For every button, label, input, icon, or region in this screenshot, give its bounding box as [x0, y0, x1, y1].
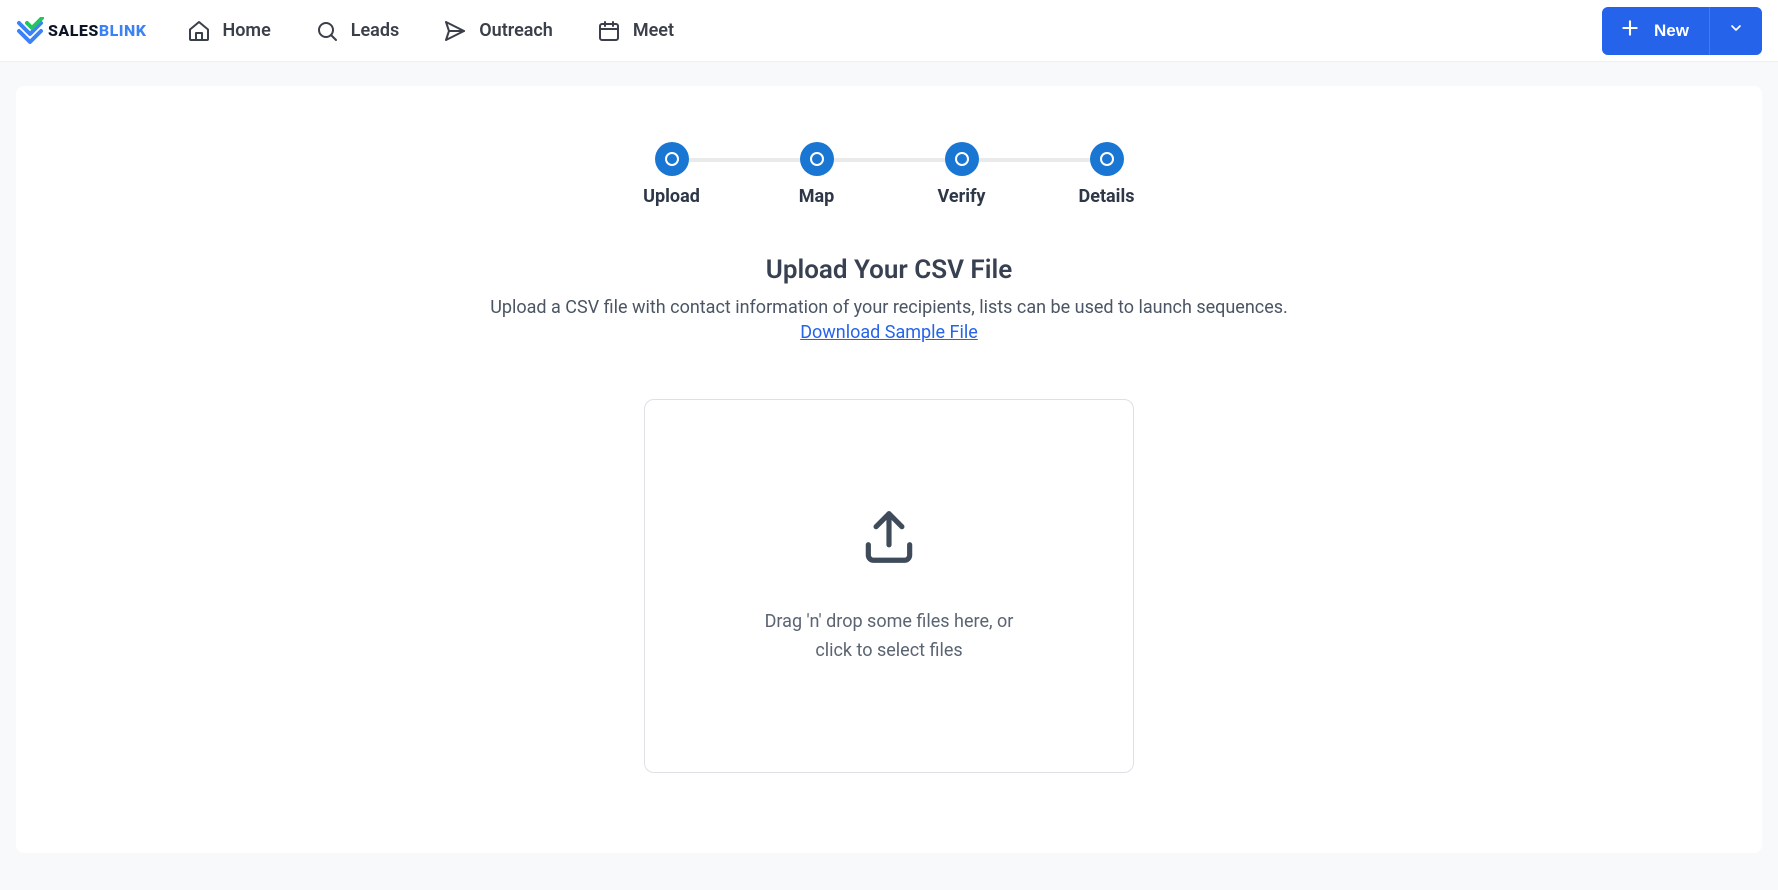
logo-mark-icon: [16, 17, 44, 45]
main-nav: Home Leads Outreach: [187, 19, 675, 43]
brand-text-2: BLINK: [99, 21, 147, 40]
dropzone-text: Drag 'n' drop some files here, or click …: [765, 608, 1014, 666]
page-heading: Upload Your CSV File: [56, 255, 1722, 285]
send-icon: [443, 19, 467, 43]
drop-line-2: click to select files: [765, 637, 1014, 666]
chevron-down-icon: [1728, 20, 1744, 41]
upload-icon: [858, 506, 920, 572]
step-circle-icon: [655, 142, 689, 176]
step-circle-icon: [800, 142, 834, 176]
download-sample-link[interactable]: Download Sample File: [56, 322, 1722, 343]
nav-meet-label: Meet: [633, 20, 674, 41]
brand-logo[interactable]: SALESBLINK: [16, 17, 147, 45]
step-verify[interactable]: Verify: [889, 142, 1034, 207]
search-icon: [315, 19, 339, 43]
nav-leads-label: Leads: [351, 20, 399, 41]
step-circle-icon: [1090, 142, 1124, 176]
step-map-label: Map: [799, 186, 835, 207]
page-subheading: Upload a CSV file with contact informati…: [56, 297, 1722, 318]
nav-home[interactable]: Home: [187, 19, 271, 43]
step-details[interactable]: Details: [1034, 142, 1179, 207]
nav-home-label: Home: [223, 20, 271, 41]
brand-text-1: SALES: [48, 21, 99, 40]
file-dropzone[interactable]: Drag 'n' drop some files here, or click …: [644, 399, 1134, 773]
step-verify-label: Verify: [938, 186, 986, 207]
drop-line-1: Drag 'n' drop some files here, or: [765, 608, 1014, 637]
new-button[interactable]: New: [1602, 7, 1762, 55]
nav-outreach-label: Outreach: [479, 20, 553, 41]
step-upload-label: Upload: [643, 186, 700, 207]
step-map[interactable]: Map: [744, 142, 889, 207]
top-header: SALESBLINK Home Leads: [0, 0, 1778, 62]
home-icon: [187, 19, 211, 43]
calendar-icon: [597, 19, 621, 43]
step-upload[interactable]: Upload: [599, 142, 744, 207]
step-circle-icon: [945, 142, 979, 176]
new-button-label: New: [1654, 21, 1689, 41]
step-details-label: Details: [1079, 186, 1135, 207]
nav-meet[interactable]: Meet: [597, 19, 674, 43]
nav-outreach[interactable]: Outreach: [443, 19, 553, 43]
page-content: Upload Map Verify Details Upload Your CS…: [16, 86, 1762, 853]
stepper: Upload Map Verify Details: [56, 142, 1722, 207]
nav-leads[interactable]: Leads: [315, 19, 399, 43]
plus-icon: [1620, 18, 1640, 43]
